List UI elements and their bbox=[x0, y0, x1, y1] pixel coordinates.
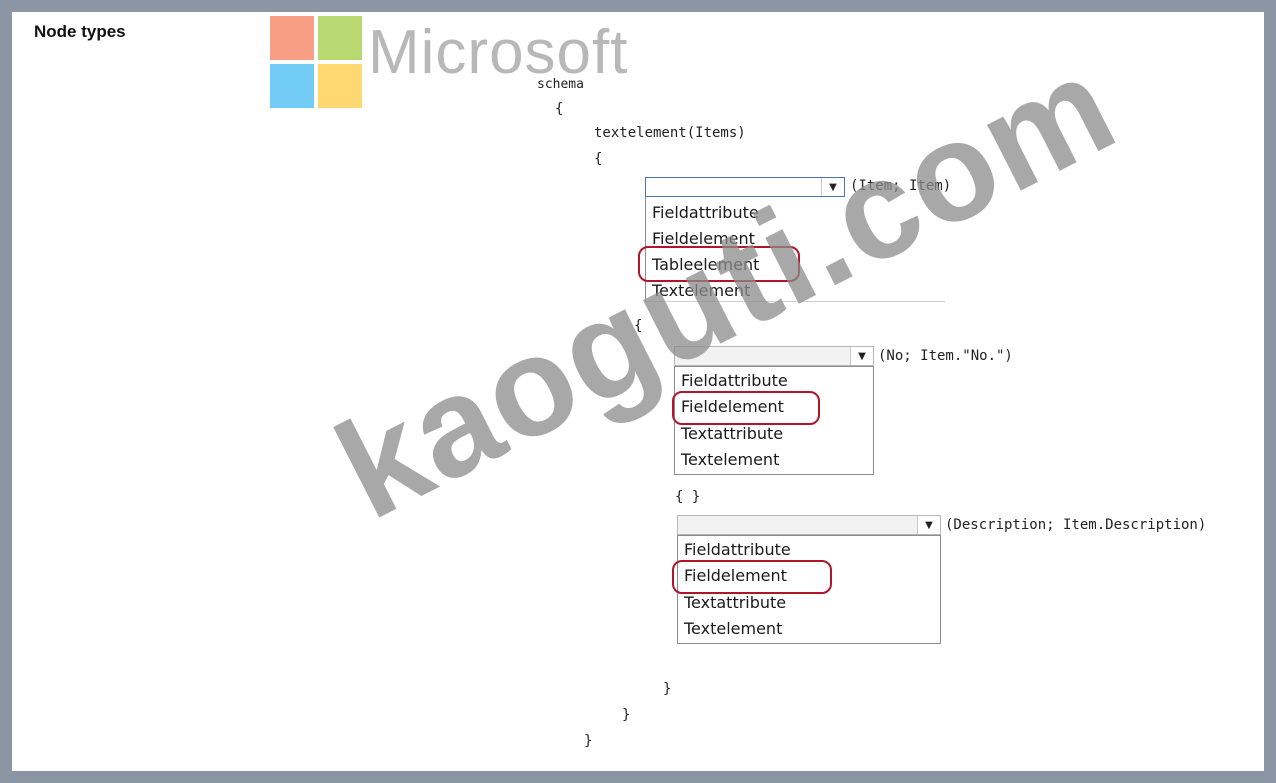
chevron-down-icon[interactable]: ▼ bbox=[850, 347, 873, 365]
option-fieldattribute[interactable]: Fieldattribute bbox=[652, 203, 759, 222]
node-type-dropdown-1[interactable]: ▼ bbox=[645, 177, 845, 197]
node-type-dropdown-2[interactable]: ▼ bbox=[674, 346, 874, 366]
microsoft-logo-text: Microsoft bbox=[368, 18, 629, 87]
code-schema: schema bbox=[537, 77, 584, 92]
dropdown-2-suffix: (No; Item."No.") bbox=[878, 348, 1013, 364]
code-brace-open: { bbox=[555, 101, 564, 117]
dropdown-3-options: Fieldattribute Fieldelement Textattribut… bbox=[677, 535, 941, 644]
option-textattribute[interactable]: Textattribute bbox=[681, 424, 783, 443]
option-textelement[interactable]: Textelement bbox=[681, 450, 779, 469]
option-fieldelement[interactable]: Fieldelement bbox=[652, 229, 755, 248]
code-brace-open: { bbox=[594, 151, 603, 167]
option-fieldattribute[interactable]: Fieldattribute bbox=[681, 371, 788, 390]
option-textelement[interactable]: Textelement bbox=[684, 619, 782, 638]
dropdown-3-suffix: (Description; Item.Description) bbox=[945, 517, 1207, 533]
chevron-down-icon[interactable]: ▼ bbox=[917, 516, 940, 534]
page-title: Node types bbox=[34, 22, 126, 41]
chevron-down-icon[interactable]: ▼ bbox=[821, 178, 844, 196]
code-empty-braces: { } bbox=[675, 489, 701, 505]
option-textattribute[interactable]: Textattribute bbox=[684, 593, 786, 612]
dropdown-1-suffix: (Item; Item) bbox=[850, 178, 952, 194]
code-brace-close: } bbox=[584, 733, 593, 749]
logo-square-red bbox=[270, 16, 314, 60]
option-fieldattribute[interactable]: Fieldattribute bbox=[684, 540, 791, 559]
dropdown-2-options: Fieldattribute Fieldelement Textattribut… bbox=[674, 366, 874, 475]
option-fieldelement[interactable]: Fieldelement bbox=[681, 397, 784, 416]
code-textelement: textelement(Items) bbox=[594, 125, 746, 141]
logo-square-blue bbox=[270, 64, 314, 108]
code-brace-close: } bbox=[622, 707, 631, 723]
dropdown-1-options: Fieldattribute Fieldelement Tableelement… bbox=[645, 197, 945, 302]
logo-square-green bbox=[318, 16, 362, 60]
logo-square-yellow bbox=[318, 64, 362, 108]
option-textelement[interactable]: Textelement bbox=[652, 281, 750, 300]
question-panel: Node types Microsoft schema { textelemen… bbox=[12, 12, 1264, 771]
code-brace-open: { bbox=[634, 318, 643, 334]
node-type-dropdown-3[interactable]: ▼ bbox=[677, 515, 941, 535]
option-fieldelement[interactable]: Fieldelement bbox=[684, 566, 787, 585]
code-brace-close: } bbox=[663, 681, 672, 697]
option-tableelement[interactable]: Tableelement bbox=[652, 255, 759, 274]
